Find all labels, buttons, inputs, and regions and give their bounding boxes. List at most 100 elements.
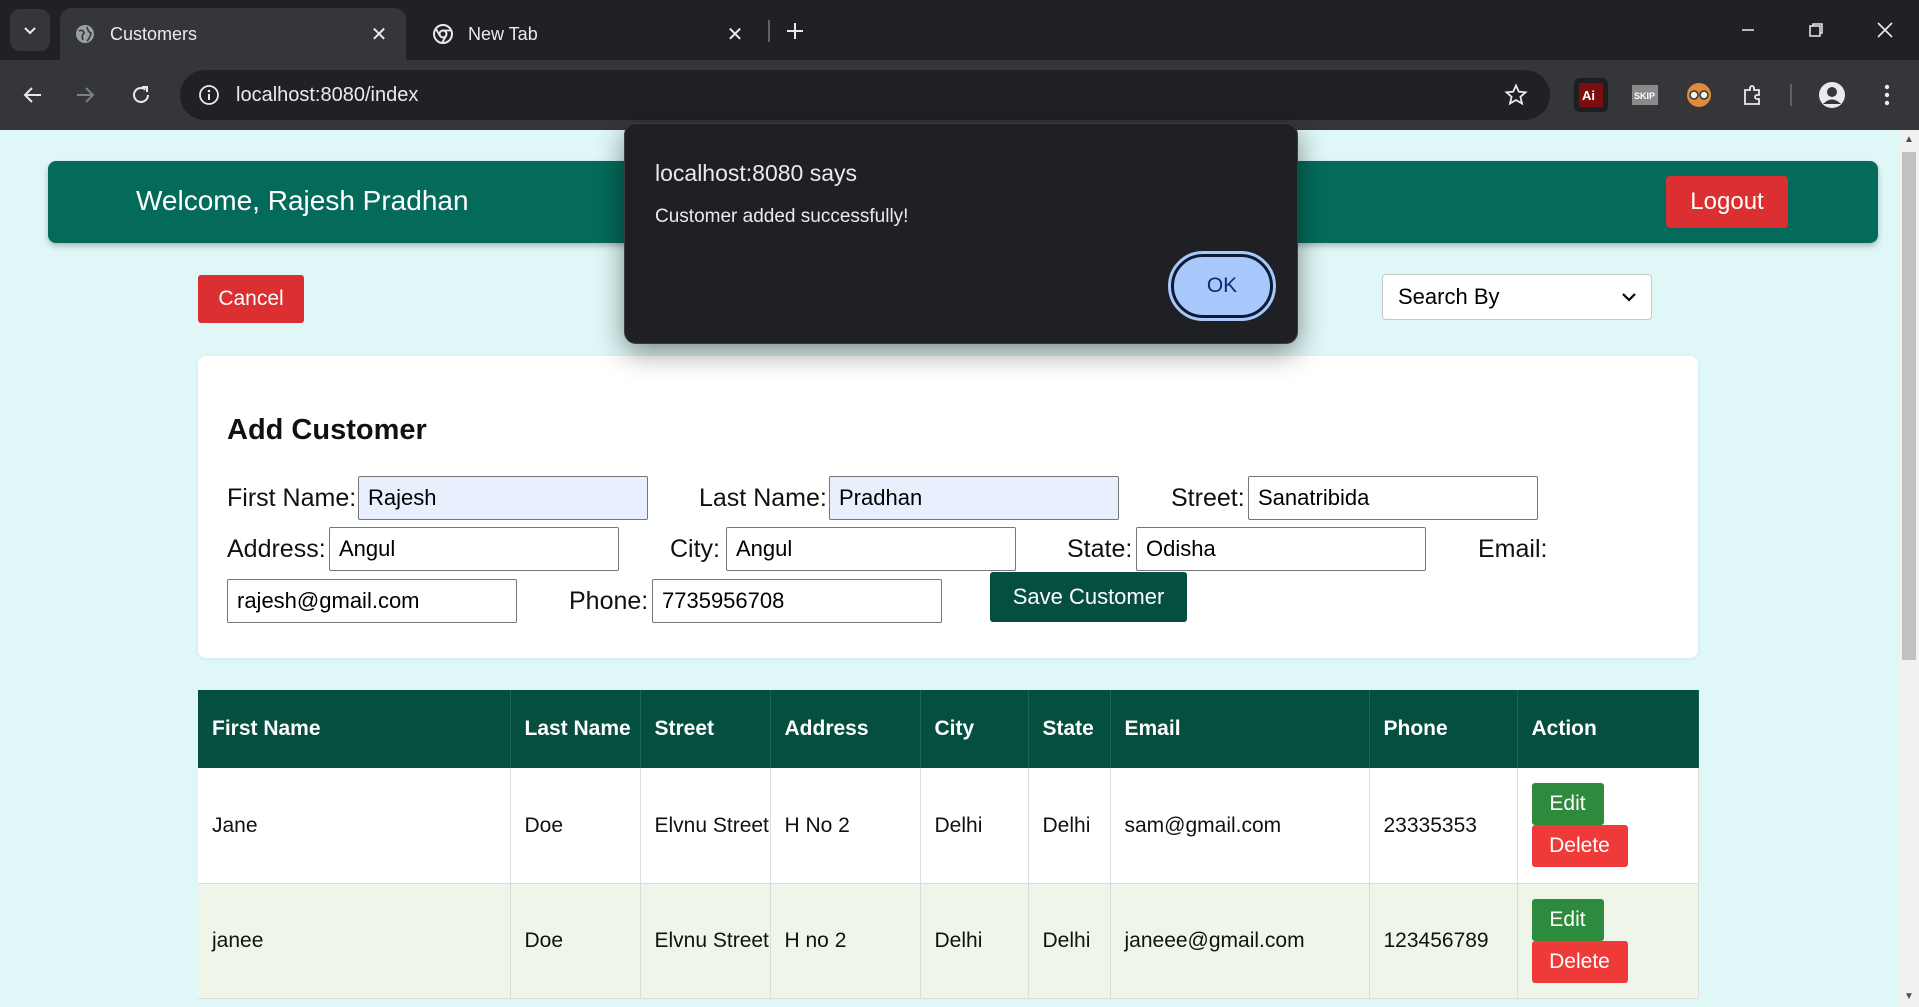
arrow-left-icon [23, 87, 41, 103]
tab-customers[interactable]: Customers ✕ [60, 8, 406, 60]
street-field[interactable]: Sanatribida [1248, 476, 1538, 520]
column-header: First Name [198, 690, 511, 768]
tab-separator [768, 20, 770, 42]
column-header: Email [1110, 690, 1370, 768]
reload-icon [133, 86, 149, 103]
cancel-button[interactable]: Cancel [198, 275, 304, 323]
dialog-title: localhost:8080 says [655, 160, 858, 186]
save-customer-button[interactable]: Save Customer [990, 572, 1187, 622]
extension-skip-icon[interactable]: SKIP [1628, 78, 1662, 112]
page-scrollbar[interactable]: ▲ ▼ [1899, 130, 1919, 1007]
first-name-field[interactable]: Rajesh [358, 476, 648, 520]
edit-button[interactable]: Edit [1531, 898, 1604, 941]
cell-state: Delhi [1028, 883, 1111, 999]
cell-street: Elvnu Street [640, 768, 771, 884]
minimize-button[interactable] [1725, 10, 1771, 50]
arrow-right-icon [77, 87, 95, 103]
back-button[interactable] [14, 76, 52, 114]
column-header: Action [1517, 690, 1699, 768]
close-icon[interactable]: ✕ [722, 21, 748, 47]
phone-field[interactable]: 7735956708 [652, 579, 942, 623]
tab-search-button[interactable] [10, 9, 50, 51]
phone-label: Phone: [569, 587, 649, 615]
restore-button[interactable] [1793, 10, 1839, 50]
cell-address: H No 2 [770, 768, 921, 884]
address-bar[interactable]: localhost:8080/index [180, 70, 1550, 120]
tab-title: New Tab [468, 23, 538, 44]
cell-email: sam@gmail.com [1110, 768, 1370, 884]
scrollbar-thumb[interactable] [1902, 152, 1916, 660]
close-icon[interactable]: ✕ [366, 21, 392, 47]
url-text: localhost:8080/index [236, 83, 419, 106]
customer-table-wrapper: First Name Last Name Street Address City… [198, 690, 1699, 999]
star-icon[interactable] [1496, 75, 1536, 115]
logout-button[interactable]: Logout [1666, 176, 1788, 228]
cell-state: Delhi [1028, 768, 1111, 884]
street-label: Street: [1171, 484, 1245, 512]
puzzle-icon[interactable] [1736, 78, 1770, 112]
customer-table: First Name Last Name Street Address City… [198, 690, 1699, 999]
welcome-text: Welcome, Rajesh Pradhan [136, 185, 469, 216]
city-label: City: [670, 535, 720, 563]
cell-action: Edit Delete [1517, 883, 1699, 999]
profile-avatar-icon[interactable] [1815, 78, 1849, 112]
table-row: janee Doe Elvnu Street H no 2 Delhi Delh… [198, 883, 1699, 999]
minimize-icon [1742, 29, 1754, 31]
plus-icon [787, 23, 803, 39]
dialog-message: Customer added successfully! [655, 206, 909, 227]
search-by-value: Search By [1398, 284, 1500, 309]
cell-city: Delhi [920, 768, 1029, 884]
ok-button[interactable]: OK [1168, 251, 1276, 321]
chrome-icon [432, 23, 454, 45]
info-icon[interactable] [194, 80, 224, 110]
cell-first-name: Jane [198, 768, 511, 884]
globe-icon [74, 23, 96, 45]
extension-glasses-icon[interactable] [1682, 78, 1716, 112]
new-tab-button[interactable] [778, 14, 812, 48]
edit-button[interactable]: Edit [1531, 783, 1604, 826]
tab-new-tab[interactable]: New Tab ✕ [418, 8, 762, 60]
chevron-down-icon [24, 27, 36, 35]
column-header: Street [640, 690, 771, 768]
extension-ai-label: Ai [1582, 88, 1595, 103]
search-by-select[interactable]: Search By [1382, 274, 1652, 320]
first-name-label: First Name: [227, 484, 357, 512]
restore-icon [1809, 23, 1823, 37]
column-header: City [920, 690, 1029, 768]
table-row: Jane Doe Elvnu Street H No 2 Delhi Delhi… [198, 768, 1699, 884]
cell-last-name: Doe [510, 768, 641, 884]
delete-button[interactable]: Delete [1531, 940, 1628, 983]
browser-toolbar: localhost:8080/index Ai SKIP [0, 60, 1919, 130]
browser-tab-strip: Customers ✕ New Tab ✕ [0, 0, 1919, 60]
email-field[interactable]: rajesh@gmail.com [227, 579, 517, 623]
cell-action: Edit Delete [1517, 768, 1699, 884]
state-field[interactable]: Odisha [1136, 527, 1426, 571]
column-header: Phone [1369, 690, 1518, 768]
table-header-row: First Name Last Name Street Address City… [198, 690, 1699, 768]
address-label: Address: [227, 535, 326, 563]
chevron-down-icon [1622, 293, 1636, 302]
column-header: Last Name [510, 690, 641, 768]
scroll-up-arrow-icon[interactable]: ▲ [1903, 134, 1915, 146]
extension-skip-label: SKIP [1634, 91, 1655, 101]
toolbar-separator [1790, 84, 1792, 106]
last-name-label: Last Name: [699, 484, 827, 512]
add-customer-card: Add Customer First Name: Rajesh Last Nam… [198, 356, 1698, 658]
close-window-button[interactable] [1862, 10, 1908, 50]
reload-button[interactable] [122, 76, 160, 114]
alert-dialog: localhost:8080 says Customer added succe… [624, 123, 1298, 344]
cell-street: Elvnu Street [640, 883, 771, 999]
last-name-field[interactable]: Pradhan [829, 476, 1119, 520]
scroll-down-arrow-icon[interactable]: ▼ [1903, 991, 1915, 1003]
extension-ai-icon[interactable]: Ai [1574, 78, 1608, 112]
kebab-menu-icon[interactable] [1870, 78, 1904, 112]
cell-email: janeee@gmail.com [1110, 883, 1370, 999]
address-field[interactable]: Angul [329, 527, 619, 571]
forward-button[interactable] [66, 76, 104, 114]
column-header: State [1028, 690, 1111, 768]
cell-address: H no 2 [770, 883, 921, 999]
delete-button[interactable]: Delete [1531, 825, 1628, 868]
close-icon [1877, 22, 1893, 38]
city-field[interactable]: Angul [726, 527, 1016, 571]
cell-city: Delhi [920, 883, 1029, 999]
